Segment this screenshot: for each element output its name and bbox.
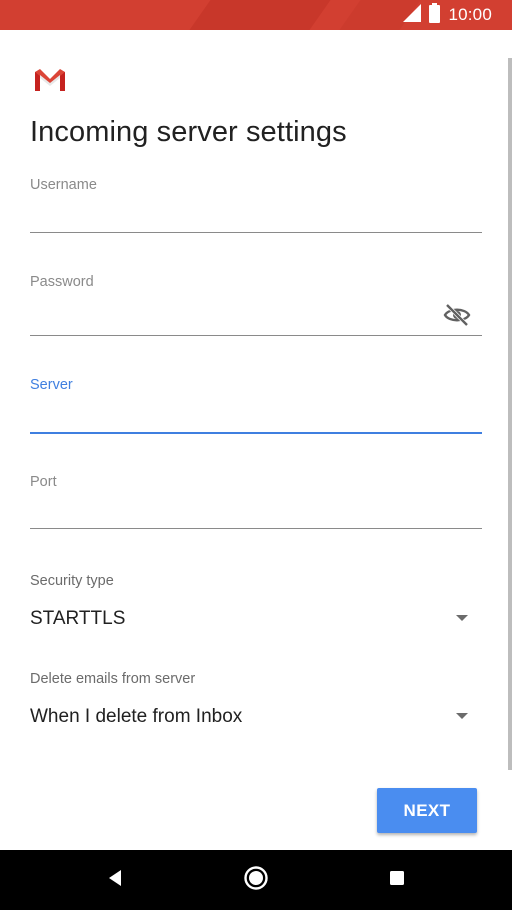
gmail-logo-icon — [35, 69, 65, 91]
server-input[interactable] — [30, 402, 482, 430]
next-button[interactable]: NEXT — [377, 788, 477, 833]
status-icons: 10:00 — [403, 0, 492, 30]
status-bar: 10:00 — [0, 0, 512, 30]
server-underline — [30, 432, 482, 434]
username-label: Username — [30, 177, 97, 193]
status-time: 10:00 — [448, 5, 492, 24]
username-underline — [30, 232, 482, 233]
dropdown-arrow-icon — [456, 615, 468, 621]
port-label: Port — [30, 474, 57, 490]
security-type-dropdown[interactable]: STARTTLS — [30, 602, 482, 636]
recents-icon — [389, 870, 405, 891]
username-input[interactable] — [30, 202, 482, 230]
home-icon — [243, 865, 269, 896]
status-bar-decoration — [189, 0, 331, 30]
visibility-off-icon — [443, 303, 471, 332]
server-label: Server — [30, 377, 73, 393]
recents-button[interactable] — [382, 865, 412, 895]
screen: 10:00 Incoming server settings Username … — [0, 0, 512, 910]
back-icon — [106, 869, 124, 892]
home-button[interactable] — [241, 865, 271, 895]
toggle-password-visibility-button[interactable] — [442, 303, 472, 331]
password-input[interactable] — [30, 302, 435, 330]
security-type-label: Security type — [30, 573, 114, 589]
security-type-value: STARTTLS — [30, 608, 126, 629]
scrollbar[interactable] — [508, 58, 512, 770]
signal-icon — [403, 3, 422, 27]
page-title: Incoming server settings — [30, 116, 347, 148]
back-button[interactable] — [100, 865, 130, 895]
dropdown-arrow-icon — [456, 713, 468, 719]
port-underline — [30, 528, 482, 529]
port-input[interactable] — [30, 498, 482, 526]
password-underline — [30, 335, 482, 336]
password-label: Password — [30, 274, 94, 290]
navigation-bar — [0, 850, 512, 910]
delete-emails-value: When I delete from Inbox — [30, 706, 243, 727]
battery-icon — [429, 2, 441, 28]
delete-emails-label: Delete emails from server — [30, 671, 196, 687]
delete-emails-dropdown[interactable]: When I delete from Inbox — [30, 700, 482, 734]
